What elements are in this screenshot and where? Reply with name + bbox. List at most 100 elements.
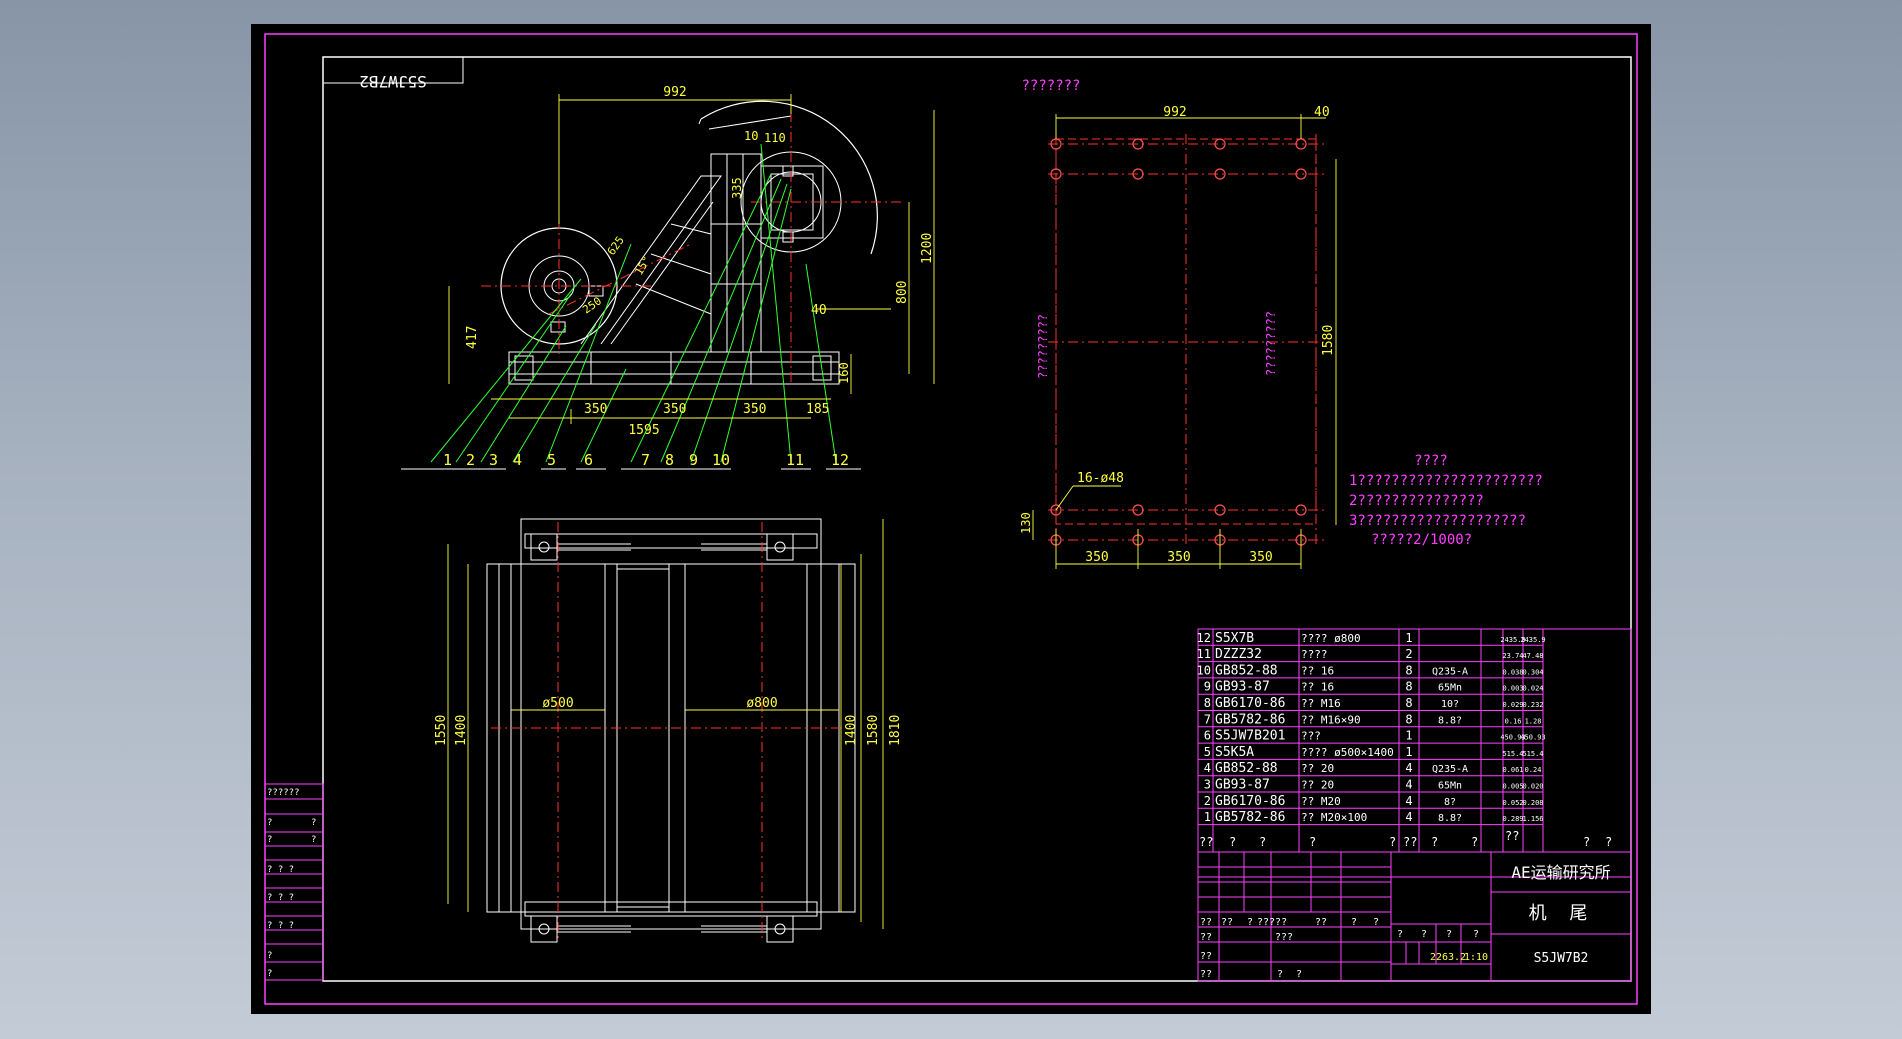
bom-cell-no: 5 — [1204, 745, 1211, 759]
dim-110: 110 — [764, 131, 786, 145]
bom-header: ?? ? ? ? ? ?? ? ? ?? ? ? — [1199, 829, 1612, 849]
drawing-canvas: S5JW7B2 ?????? ? ? ? ? ? ? ? ? ? ? ? ? ?… — [264, 33, 1638, 1005]
svg-text:??: ?? — [1505, 829, 1519, 843]
bom-cell-name: ???? ø800 — [1301, 632, 1361, 645]
bom-cell-qty: 8 — [1405, 663, 1412, 677]
drawing-number: S5JW7B2 — [1534, 951, 1589, 966]
bom-cell-qty: 1 — [1405, 745, 1412, 759]
fdn-holes: 16-ø48 — [1077, 471, 1124, 486]
balloon-12: 12 — [831, 451, 849, 469]
dim-800: 800 — [895, 281, 910, 304]
dim-160: 160 — [837, 362, 851, 384]
bom-cell-total: 2435.9 — [1520, 636, 1545, 644]
svg-text:?: ? — [1309, 835, 1316, 849]
dim-1200: 1200 — [920, 233, 935, 264]
bom-cell-no: 3 — [1204, 778, 1211, 792]
svg-text:?: ? — [1605, 835, 1612, 849]
bom-cell-unit: 0.061 — [1502, 766, 1523, 774]
dim-1550: 1550 — [434, 715, 449, 746]
balloon-2: 2 — [466, 451, 475, 469]
bom-cell-total: 0.208 — [1522, 799, 1543, 807]
institute-name: AE运输研究所 — [1511, 863, 1610, 882]
foundation-title: ??????? — [1021, 78, 1080, 94]
svg-text:??: ?? — [1200, 932, 1212, 943]
svg-text:??: ?? — [1315, 917, 1327, 928]
bom-cell-name: ?? M16 — [1301, 697, 1341, 710]
balloon-4: 4 — [513, 451, 522, 469]
bom-cell-qty: 1 — [1405, 631, 1412, 645]
svg-text:?: ? — [311, 818, 316, 828]
bom-cell-no: 7 — [1204, 712, 1211, 726]
bom-cell-code: GB6170-86 — [1215, 794, 1285, 809]
balloon-1: 1 — [443, 451, 452, 469]
bom-cell-total: 0.24 — [1525, 766, 1542, 774]
elevation-view: 992 10 110 335 1200 800 40 417 625 250 1… — [401, 85, 935, 470]
bom-cell-total: 1.28 — [1525, 717, 1542, 725]
notes-title: ???? — [1414, 453, 1448, 469]
dim-250: 250 — [580, 294, 604, 316]
svg-text:??: ?? — [1403, 835, 1417, 849]
balloon-5: 5 — [547, 451, 556, 469]
bom-cell-material: 8.8? — [1438, 715, 1462, 726]
drawing-sheet: S5JW7B2 ?????? ? ? ? ? ? ? ? ? ? ? ? ? ?… — [251, 24, 1651, 1014]
notes-line-2: 2??????????????? — [1349, 493, 1484, 509]
bom-cell-total: 0.304 — [1522, 668, 1543, 676]
dim-dia800: ø800 — [746, 696, 777, 711]
bom-cell-code: S5X7B — [1215, 631, 1254, 646]
bom-cell-name: ???? — [1301, 648, 1328, 661]
bom-cell-code: GB93-87 — [1215, 680, 1270, 695]
bom-cell-code: DZZZ32 — [1215, 647, 1262, 662]
bom-cell-unit: 0.038 — [1502, 668, 1523, 676]
bom-cell-code: GB852-88 — [1215, 761, 1278, 776]
dim-335: 335 — [730, 177, 744, 199]
svg-text:??: ?? — [1221, 917, 1233, 928]
bom-cell-code: GB93-87 — [1215, 778, 1270, 793]
svg-text:? ? ?: ? ? ? — [267, 921, 294, 931]
bom-cell-name: ?? M20×100 — [1301, 811, 1367, 824]
bom-cell-name: ?? 20 — [1301, 762, 1334, 775]
svg-text:?: ? — [1446, 929, 1452, 940]
balloon-8: 8 — [665, 451, 674, 469]
bom-cell-qty: 1 — [1405, 729, 1412, 743]
bom-cell-total: 0.020 — [1522, 783, 1543, 791]
bom-cell-total: 0.024 — [1522, 685, 1543, 693]
bom-cell-name: ?? 16 — [1301, 681, 1334, 694]
svg-text:?: ? — [1389, 835, 1396, 849]
svg-text:??: ?? — [1200, 917, 1212, 928]
fdn-right-label: ????????? — [1264, 311, 1278, 376]
bom-cell-unit: 0.003 — [1502, 685, 1523, 693]
dim-417: 417 — [465, 326, 480, 349]
bom-cell-unit: 0.289 — [1502, 815, 1523, 823]
bom-cell-no: 10 — [1197, 663, 1211, 677]
svg-text:??: ?? — [1199, 835, 1213, 849]
dim-10: 10 — [744, 129, 758, 143]
dim-992: 992 — [663, 85, 686, 100]
svg-text:?: ? — [1351, 917, 1357, 928]
svg-text:?: ? — [1229, 835, 1236, 849]
bom-cell-qty: 8 — [1405, 696, 1412, 710]
bom-cell-material: 65Mn — [1438, 683, 1462, 694]
side-table-text: ?????? ? ? ? ? ? ? ? ? ? ? ? ? ? ? ? — [267, 788, 316, 979]
technical-notes: ???? 1?????????????????????? 2??????????… — [1349, 453, 1543, 548]
bom-cell-no: 2 — [1204, 794, 1211, 808]
bom-cell-material: 10? — [1441, 699, 1459, 710]
dim-350-1: 350 — [584, 402, 607, 417]
svg-text:?: ? — [1259, 835, 1266, 849]
bom-cell-qty: 4 — [1405, 761, 1412, 775]
plan-frame — [520, 518, 822, 930]
svg-text:?: ? — [1373, 917, 1379, 928]
svg-text:???: ??? — [1275, 932, 1293, 943]
balloon-11: 11 — [786, 451, 804, 469]
fdn-left-label: ????????? — [1036, 314, 1050, 379]
bom-cell-no: 8 — [1204, 696, 1211, 710]
svg-text:??????: ?????? — [267, 788, 300, 798]
bom-cell-material: 8.8? — [1438, 813, 1462, 824]
bom-cell-unit: 0.029 — [1502, 701, 1523, 709]
title-block-labels: ?? ?? ? ????? ?? ? ? ?? ??? ?? ?? ? ? ? … — [1200, 917, 1479, 980]
bom-cell-unit: 23.74 — [1502, 652, 1523, 660]
fdn-dim-40: 40 — [1314, 105, 1330, 120]
bom-cell-name: ?? 20 — [1301, 779, 1334, 792]
dim-dia500: ø500 — [542, 696, 573, 711]
bom-cell-name: ?? 16 — [1301, 664, 1334, 677]
bom-cell-qty: 8 — [1405, 680, 1412, 694]
